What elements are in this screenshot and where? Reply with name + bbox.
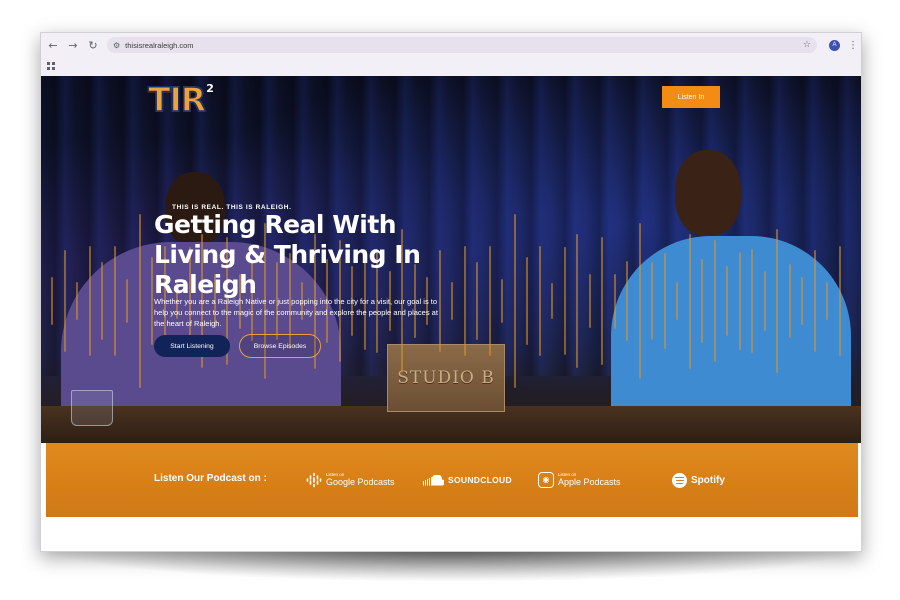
- hero-section: STUDIO B TIR 2 Listen In THIS IS REAL. T…: [41, 76, 861, 443]
- forward-icon[interactable]: →: [65, 37, 81, 53]
- window-shadow: [40, 548, 862, 582]
- soundcloud-link[interactable]: SOUNDCLOUD: [422, 467, 512, 493]
- url-text[interactable]: thisisrealraleigh.com: [125, 41, 193, 50]
- browser-menu-icon[interactable]: ⋮: [848, 40, 858, 51]
- logo-superscript: 2: [206, 82, 214, 95]
- apple-podcasts-name: Apple Podcasts: [558, 476, 621, 487]
- studio-sign: STUDIO B: [387, 344, 505, 412]
- soundcloud-icon: [422, 474, 444, 486]
- site-info-icon[interactable]: ⚙: [113, 41, 120, 50]
- listen-in-button[interactable]: Listen In: [662, 86, 720, 108]
- apple-podcasts-link[interactable]: ◉ Listen on Apple Podcasts: [538, 467, 621, 493]
- google-podcasts-icon: [306, 472, 322, 488]
- browser-toolbar: ← → ↻ ⚙ thisisrealraleigh.com ☆ A ⋮: [41, 33, 861, 57]
- platforms-label: Listen Our Podcast on :: [154, 473, 267, 484]
- google-podcasts-link[interactable]: Listen on Google Podcasts: [306, 467, 395, 493]
- address-bar[interactable]: ⚙ thisisrealraleigh.com ☆: [107, 37, 817, 53]
- site-logo[interactable]: TIR 2: [147, 80, 214, 119]
- podcast-platforms-band: Listen Our Podcast on : Listen on Google…: [46, 443, 858, 517]
- google-podcasts-name: Google Podcasts: [326, 476, 395, 487]
- hero-description: Whether you are a Raleigh Native or just…: [154, 297, 438, 328]
- studio-sign-text: STUDIO B: [397, 368, 495, 388]
- start-listening-button[interactable]: Start Listening: [154, 335, 230, 357]
- browse-episodes-button[interactable]: Browse Episodes: [239, 334, 321, 358]
- soundcloud-name: SOUNDCLOUD: [448, 475, 512, 485]
- spotify-icon: [672, 472, 687, 488]
- hero-headline: Getting Real With Living & Thriving In R…: [154, 210, 421, 299]
- spotify-link[interactable]: Spotify: [672, 467, 725, 493]
- back-icon[interactable]: ←: [45, 37, 61, 53]
- page-viewport: STUDIO B TIR 2 Listen In THIS IS REAL. T…: [41, 76, 861, 551]
- next-section: [41, 517, 861, 551]
- browser-window: ← → ↻ ⚙ thisisrealraleigh.com ☆ A ⋮ STUD…: [40, 32, 862, 552]
- spotify-name: Spotify: [691, 474, 725, 486]
- profile-avatar[interactable]: A: [829, 39, 840, 51]
- host-right-figure: [601, 146, 861, 443]
- bookmarks-bar: [41, 57, 861, 77]
- apps-grid-icon[interactable]: [47, 62, 55, 70]
- apple-podcasts-icon: ◉: [538, 472, 554, 488]
- reload-icon[interactable]: ↻: [85, 37, 101, 53]
- logo-text: TIR: [147, 80, 207, 119]
- bookmark-star-icon[interactable]: ☆: [803, 40, 811, 50]
- water-glass: [71, 390, 113, 426]
